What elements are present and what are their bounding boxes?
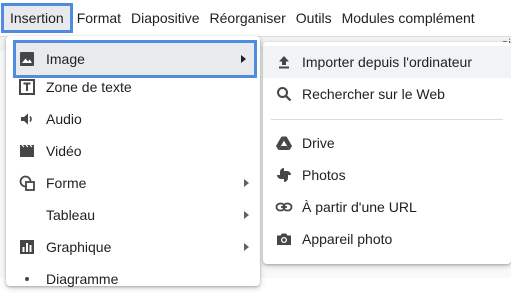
photos-icon bbox=[275, 166, 293, 184]
image-submenu: Importer depuis l'ordinateur Rechercher … bbox=[263, 42, 511, 264]
video-icon bbox=[18, 142, 36, 160]
submenu-item-label: Drive bbox=[302, 135, 335, 151]
submenu-item-label: Importer depuis l'ordinateur bbox=[302, 54, 472, 70]
submenu-item-search-web[interactable]: Rechercher sur le Web bbox=[263, 78, 511, 110]
menu-diapositive[interactable]: Diapositive bbox=[126, 6, 204, 30]
menu-item-forme[interactable]: Forme bbox=[6, 167, 260, 199]
menu-item-diagramme[interactable]: Diagramme bbox=[6, 263, 260, 295]
insert-menu: Image Zone de texte Audio Vidéo Forme Ta… bbox=[6, 36, 260, 287]
menu-item-video[interactable]: Vidéo bbox=[6, 135, 260, 167]
menu-item-audio[interactable]: Audio bbox=[6, 103, 260, 135]
menu-item-label: Image bbox=[46, 51, 85, 67]
search-icon bbox=[275, 85, 293, 103]
shape-icon bbox=[18, 174, 36, 192]
menu-item-label: Graphique bbox=[46, 239, 112, 255]
submenu-item-drive[interactable]: Drive bbox=[263, 127, 511, 159]
submenu-item-label: Appareil photo bbox=[302, 231, 393, 247]
submenu-arrow-icon bbox=[244, 179, 249, 187]
submenu-item-from-url[interactable]: À partir d'une URL bbox=[263, 191, 511, 223]
submenu-arrow-icon bbox=[241, 55, 246, 63]
submenu-arrow-icon bbox=[244, 243, 249, 251]
menu-item-label: Diagramme bbox=[46, 271, 119, 287]
upload-icon bbox=[275, 53, 293, 71]
menubar: Insertion Format Diapositive Réorganiser… bbox=[0, 0, 511, 36]
image-icon bbox=[18, 50, 36, 68]
menu-item-label: Vidéo bbox=[46, 143, 82, 159]
menu-item-label: Zone de texte bbox=[46, 79, 132, 95]
submenu-item-label: Photos bbox=[302, 167, 346, 183]
menu-item-graphique[interactable]: Graphique bbox=[6, 231, 260, 263]
camera-icon bbox=[275, 230, 293, 248]
menu-item-label: Tableau bbox=[46, 207, 96, 223]
submenu-arrow-icon bbox=[244, 211, 249, 219]
diagram-icon bbox=[18, 270, 36, 288]
chart-icon bbox=[18, 238, 36, 256]
submenu-item-label: Rechercher sur le Web bbox=[302, 86, 445, 102]
audio-icon bbox=[18, 110, 36, 128]
submenu-item-import-computer[interactable]: Importer depuis l'ordinateur bbox=[263, 46, 511, 78]
menu-format[interactable]: Format bbox=[72, 6, 126, 30]
menu-item-zone-de-texte[interactable]: Zone de texte bbox=[6, 71, 260, 103]
text-box-icon bbox=[18, 78, 36, 96]
drive-icon bbox=[275, 134, 293, 152]
menu-item-label: Audio bbox=[46, 111, 82, 127]
menu-insertion[interactable]: Insertion bbox=[1, 3, 73, 33]
menu-divider bbox=[271, 119, 503, 120]
link-icon bbox=[275, 198, 293, 216]
submenu-item-photos[interactable]: Photos bbox=[263, 159, 511, 191]
submenu-item-camera[interactable]: Appareil photo bbox=[263, 223, 511, 255]
menu-item-tableau[interactable]: Tableau bbox=[6, 199, 260, 231]
menu-outils[interactable]: Outils bbox=[291, 6, 337, 30]
submenu-item-label: À partir d'une URL bbox=[302, 199, 417, 215]
menu-item-label: Forme bbox=[46, 175, 87, 191]
menu-modules[interactable]: Modules complément bbox=[337, 6, 480, 30]
menu-reorganiser[interactable]: Réorganiser bbox=[205, 6, 291, 30]
